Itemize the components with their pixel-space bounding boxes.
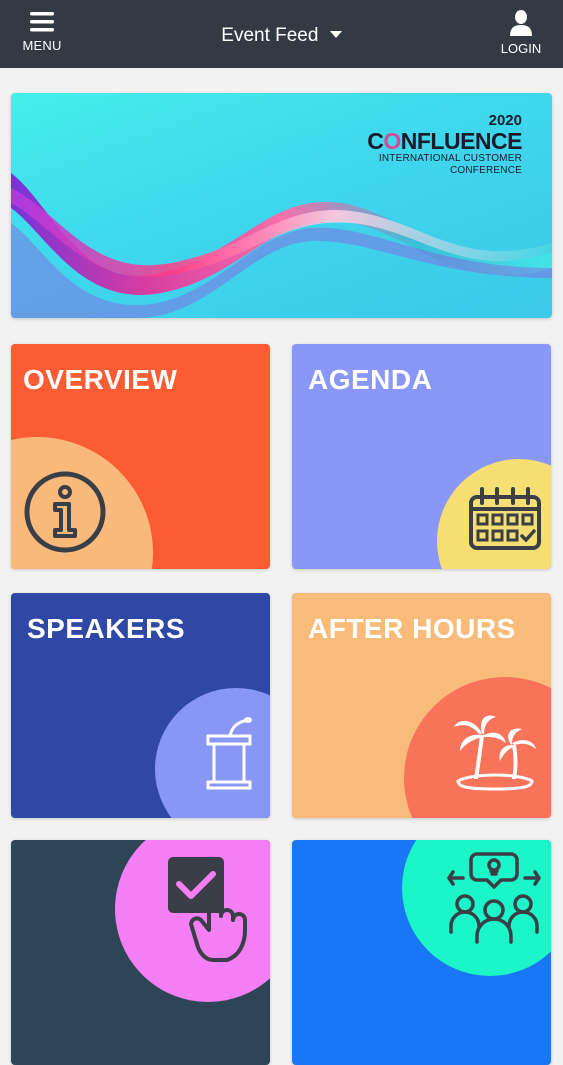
login-button[interactable]: LOGIN: [497, 8, 545, 60]
tile-vote[interactable]: [11, 840, 270, 1065]
podium-icon: [206, 717, 252, 790]
community-icon: [447, 852, 541, 944]
banner-subtitle-line2: CONFERENCE: [449, 165, 522, 176]
calendar-icon: [469, 487, 541, 550]
tile-speakers[interactable]: SPEAKERS: [11, 593, 270, 818]
tile-title: OVERVIEW: [23, 364, 178, 395]
banner-text: 2020 CONFLUENCE INTERNATIONAL CUSTOMER C…: [367, 113, 522, 177]
event-feed-title: Event Feed: [221, 25, 319, 46]
tile-community[interactable]: [292, 840, 551, 1065]
login-label: LOGIN: [500, 41, 542, 56]
caret-down-icon: [329, 30, 342, 38]
event-feed-dropdown[interactable]: Event Feed: [200, 22, 363, 50]
vote-checkbox-icon: [168, 857, 247, 962]
event-banner[interactable]: 2020 CONFLUENCE INTERNATIONAL CUSTOMER C…: [11, 93, 552, 318]
tile-overview[interactable]: OVERVIEW: [11, 344, 270, 569]
menu-label: MENU: [22, 38, 62, 53]
banner-year: 2020: [488, 112, 522, 129]
tile-title: SPEAKERS: [27, 613, 186, 644]
tile-agenda[interactable]: AGENDA: [292, 344, 551, 569]
hamburger-icon: [30, 12, 54, 32]
info-icon: [24, 471, 106, 553]
menu-button[interactable]: MENU: [18, 8, 66, 60]
banner-subtitle-line1: INTERNATIONAL CUSTOMER: [378, 153, 522, 164]
tile-title: AFTER HOURS: [308, 613, 516, 644]
tile-title: AGENDA: [308, 364, 433, 395]
top-bar: MENU Event Feed LOGIN: [0, 0, 563, 68]
palm-island-icon: [454, 715, 536, 791]
user-icon: [510, 10, 532, 36]
tile-after-hours[interactable]: AFTER HOURS: [292, 593, 551, 818]
banner-brand: CONFLUENCE: [367, 128, 522, 154]
